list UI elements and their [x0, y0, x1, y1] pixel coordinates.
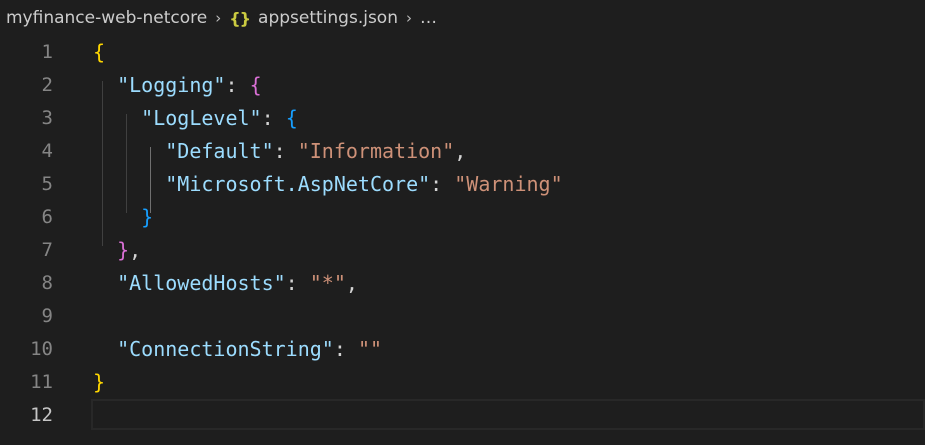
line-number: 5: [41, 173, 53, 195]
breadcrumb-folder[interactable]: myfinance-web-netcore: [6, 8, 207, 28]
code-editor[interactable]: 1{2 "Logging": {3 "LogLevel": {4 "Defaul…: [0, 36, 925, 445]
code-line[interactable]: 4 "Default": "Information",: [0, 135, 925, 168]
line-number: 1: [41, 41, 53, 63]
code-line[interactable]: 9: [0, 300, 925, 333]
code-token: }: [141, 205, 154, 229]
line-number: 10: [30, 338, 53, 360]
code-line[interactable]: 6 }: [0, 201, 925, 234]
line-content: {: [93, 36, 105, 69]
code-token: "LogLevel": [141, 106, 262, 130]
line-number: 3: [41, 107, 53, 129]
code-line[interactable]: 8 "AllowedHosts": "*",: [0, 267, 925, 300]
line-content: }: [93, 366, 105, 399]
code-token: :: [225, 73, 250, 97]
code-token: "*": [309, 271, 346, 295]
code-token: }: [117, 238, 130, 262]
code-line[interactable]: 7 },: [0, 234, 925, 267]
line-number: 4: [41, 140, 53, 162]
line-number: 7: [41, 239, 53, 261]
code-token: "": [357, 337, 383, 361]
breadcrumb-more[interactable]: …: [420, 8, 437, 28]
code-token: :: [273, 139, 298, 163]
code-token: "Warning": [454, 172, 563, 196]
code-token: :: [430, 172, 455, 196]
chevron-right-icon: ›: [405, 9, 412, 27]
line-number: 12: [30, 404, 53, 426]
line-number: 9: [41, 305, 53, 327]
line-content: }: [93, 201, 153, 234]
line-content: "Logging": {: [93, 69, 262, 102]
code-token: {: [249, 73, 262, 97]
code-token: "AllowedHosts": [117, 271, 286, 295]
line-content: "Default": "Information",: [93, 135, 466, 168]
code-token: ,: [345, 271, 358, 295]
code-line[interactable]: 2 "Logging": {: [0, 69, 925, 102]
line-number: 6: [41, 206, 53, 228]
code-token: {: [285, 106, 298, 130]
code-line[interactable]: 5 "Microsoft.AspNetCore": "Warning": [0, 168, 925, 201]
code-token: "ConnectionString": [117, 337, 334, 361]
code-token: "Logging": [117, 73, 226, 97]
breadcrumb-file[interactable]: appsettings.json: [258, 8, 398, 28]
code-token: "Microsoft.AspNetCore": [165, 172, 431, 196]
line-number: 11: [30, 371, 53, 393]
chevron-right-icon: ›: [215, 9, 222, 27]
code-token: ,: [454, 139, 467, 163]
code-token: }: [93, 370, 106, 394]
code-token: "Default": [165, 139, 274, 163]
code-token: :: [285, 271, 310, 295]
line-content: "LogLevel": {: [93, 102, 298, 135]
line-content: "Microsoft.AspNetCore": "Warning": [93, 168, 563, 201]
code-line[interactable]: 10 "ConnectionString": "": [0, 333, 925, 366]
breadcrumb: myfinance-web-netcore › {} appsettings.j…: [0, 0, 925, 36]
code-line[interactable]: 1{: [0, 36, 925, 69]
line-number: 8: [41, 272, 53, 294]
json-file-icon: {}: [229, 8, 251, 28]
line-content: "AllowedHosts": "*",: [93, 267, 358, 300]
code-line[interactable]: 11}: [0, 366, 925, 399]
code-token: "Information": [297, 139, 455, 163]
code-token: :: [261, 106, 286, 130]
code-token: {: [93, 40, 106, 64]
line-content: "ConnectionString": "": [93, 333, 382, 366]
line-number: 2: [41, 74, 53, 96]
line-content: },: [93, 234, 141, 267]
code-line[interactable]: 3 "LogLevel": {: [0, 102, 925, 135]
code-line[interactable]: 12: [0, 399, 925, 432]
code-token: ,: [129, 238, 142, 262]
code-token: :: [333, 337, 358, 361]
